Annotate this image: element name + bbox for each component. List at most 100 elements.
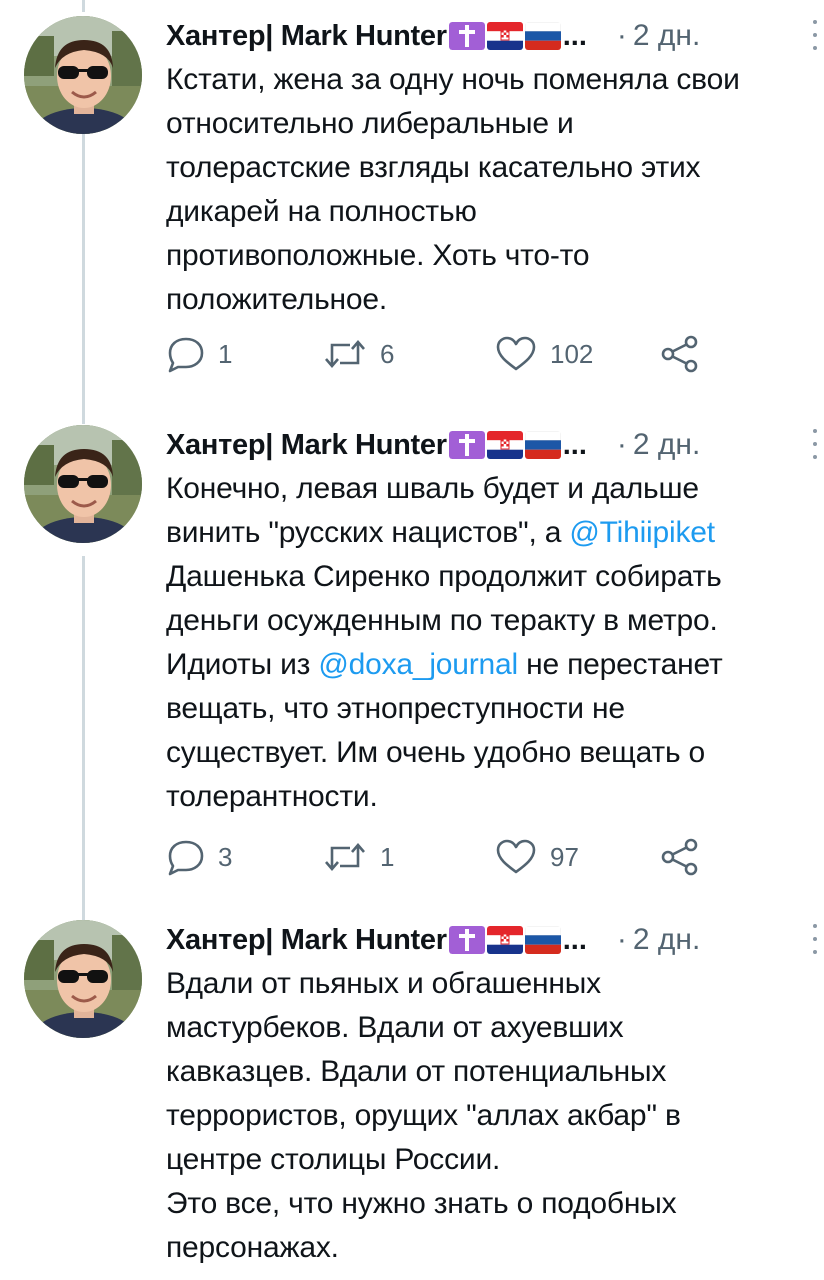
- tweet-timestamp[interactable]: 2 дн.: [633, 428, 700, 462]
- retweet-icon: [322, 838, 368, 876]
- name-emoji-group: [448, 431, 561, 459]
- share-button[interactable]: [660, 837, 700, 877]
- retweet-button[interactable]: 1: [322, 837, 394, 877]
- thread-line: [82, 0, 85, 12]
- croatia-flag-emoji: [486, 22, 523, 50]
- tweet-actions: 3 1 97: [166, 837, 726, 877]
- tweet-text-line: толерастские взгляды касательно этих: [166, 146, 806, 190]
- text-segment: Идиоты из: [166, 648, 319, 681]
- tweet-actions: 1 6 102: [166, 334, 726, 374]
- latin-cross-emoji: [448, 926, 485, 954]
- tweet-text-line: Это все, что нужно знать о подобных: [166, 1182, 806, 1226]
- tweet-text-line: Дашенька Сиренко продолжит собирать: [166, 555, 806, 599]
- tweet-text: Кстати, жена за одну ночь поменяла свои о…: [166, 58, 806, 322]
- separator-dot: ·: [616, 923, 627, 956]
- reply-count: 3: [218, 841, 233, 872]
- text-segment: существует. Им очень удобно вещать о: [166, 736, 706, 769]
- latin-cross-emoji: [448, 22, 485, 50]
- name-truncation: ...: [562, 19, 587, 52]
- like-icon: [494, 838, 538, 876]
- tweet-header: Хантер| Mark Hunter ... · 2 дн.: [166, 16, 796, 56]
- text-segment: террористов, орущих "аллах акбар" в: [166, 1099, 681, 1132]
- avatar[interactable]: [24, 425, 142, 543]
- retweet-button[interactable]: 6: [322, 334, 394, 374]
- tweet-text-line: деньги осужденным по теракту в метро.: [166, 599, 806, 643]
- share-icon: [660, 334, 700, 374]
- tweet-header: Хантер| Mark Hunter ... · 2 дн.: [166, 920, 796, 960]
- text-segment: относительно либеральные и: [166, 107, 574, 140]
- author-name[interactable]: Хантер| Mark Hunter: [166, 924, 447, 957]
- more-options-icon[interactable]: [810, 20, 820, 50]
- tweet-timestamp[interactable]: 2 дн.: [633, 923, 700, 957]
- author-name[interactable]: Хантер| Mark Hunter: [166, 20, 447, 53]
- text-segment: дикарей на полностью: [166, 195, 477, 228]
- text-segment: вещать, что этнопреступности не: [166, 692, 625, 725]
- thread-line: [82, 134, 85, 424]
- tweet-text: Вдали от пьяных и обгашенных мастурбеков.…: [166, 962, 806, 1270]
- separator-dot: ·: [616, 428, 627, 461]
- separator-dot: ·: [616, 19, 627, 52]
- more-options-icon[interactable]: [810, 924, 820, 954]
- reply-icon: [166, 335, 206, 373]
- author-name[interactable]: Хантер| Mark Hunter: [166, 429, 447, 462]
- thread-line: [82, 556, 85, 920]
- reply-button[interactable]: 3: [166, 837, 232, 877]
- like-button[interactable]: 102: [494, 334, 593, 374]
- tweet-text-line: Идиоты из @doxa_journal не перестанет: [166, 643, 806, 687]
- latin-cross-emoji: [448, 431, 485, 459]
- avatar[interactable]: [24, 16, 142, 134]
- reply-icon: [166, 838, 206, 876]
- text-segment: Вдали от пьяных и обгашенных: [166, 967, 601, 1000]
- tweet-text-line: Вдали от пьяных и обгашенных: [166, 962, 806, 1006]
- tweet-text-line: Кстати, жена за одну ночь поменяла свои: [166, 58, 806, 102]
- avatar[interactable]: [24, 920, 142, 1038]
- mention-link[interactable]: @Tihiipiket: [569, 516, 715, 549]
- share-button[interactable]: [660, 334, 700, 374]
- tweet-text-line: террористов, орущих "аллах акбар" в: [166, 1094, 806, 1138]
- tweet-text-line: относительно либеральные и: [166, 102, 806, 146]
- share-icon: [660, 837, 700, 877]
- reply-button[interactable]: 1: [166, 334, 232, 374]
- text-segment: Дашенька Сиренко продолжит собирать: [166, 560, 722, 593]
- text-segment: винить "русских нацистов", а: [166, 516, 570, 549]
- text-segment: центре столицы России.: [166, 1143, 501, 1176]
- tweet-text-line: кавказцев. Вдали от потенциальных: [166, 1050, 806, 1094]
- tweet-text-line: вещать, что этнопреступности не: [166, 687, 806, 731]
- tweet-text-line: положительное.: [166, 278, 806, 322]
- tweet-timestamp[interactable]: 2 дн.: [633, 19, 700, 53]
- name-truncation: ...: [562, 923, 587, 956]
- reply-count: 1: [218, 338, 233, 369]
- text-segment: Это все, что нужно знать о подобных: [166, 1187, 677, 1220]
- text-segment: не перестанет: [518, 648, 723, 681]
- tweet-text: Конечно, левая шваль будет и дальше винит…: [166, 467, 806, 819]
- more-options-icon[interactable]: [810, 429, 820, 459]
- retweet-count: 1: [380, 841, 395, 872]
- tweet-text-line: центре столицы России.: [166, 1138, 806, 1182]
- tweet-text-line: дикарей на полностью: [166, 190, 806, 234]
- name-truncation: ...: [562, 428, 587, 461]
- tweet-text-line: противоположные. Хоть что-то: [166, 234, 806, 278]
- text-segment: персонажах.: [166, 1231, 339, 1264]
- russia-flag-emoji: [524, 431, 561, 459]
- retweet-count: 6: [380, 338, 395, 369]
- text-segment: толерастские взгляды касательно этих: [166, 151, 701, 184]
- tweet-text-line: винить "русских нацистов", а @Tihiipiket: [166, 511, 806, 555]
- name-emoji-group: [448, 22, 561, 50]
- tweet-text-line: толерантности.: [166, 775, 806, 819]
- tweet-header: Хантер| Mark Hunter ... · 2 дн.: [166, 425, 796, 465]
- retweet-icon: [322, 335, 368, 373]
- tweet-text-line: Конечно, левая шваль будет и дальше: [166, 467, 806, 511]
- text-segment: Конечно, левая шваль будет и дальше: [166, 472, 699, 505]
- like-count: 102: [550, 338, 594, 369]
- mention-link[interactable]: @doxa_journal: [318, 648, 518, 681]
- croatia-flag-emoji: [486, 926, 523, 954]
- text-segment: мастурбеков. Вдали от ахуевших: [166, 1011, 624, 1044]
- like-button[interactable]: 97: [494, 837, 579, 877]
- text-segment: положительное.: [166, 283, 387, 316]
- text-segment: кавказцев. Вдали от потенциальных: [166, 1055, 667, 1088]
- russia-flag-emoji: [524, 22, 561, 50]
- tweet-text-line: персонажах.: [166, 1226, 806, 1270]
- russia-flag-emoji: [524, 926, 561, 954]
- croatia-flag-emoji: [486, 431, 523, 459]
- name-emoji-group: [448, 926, 561, 954]
